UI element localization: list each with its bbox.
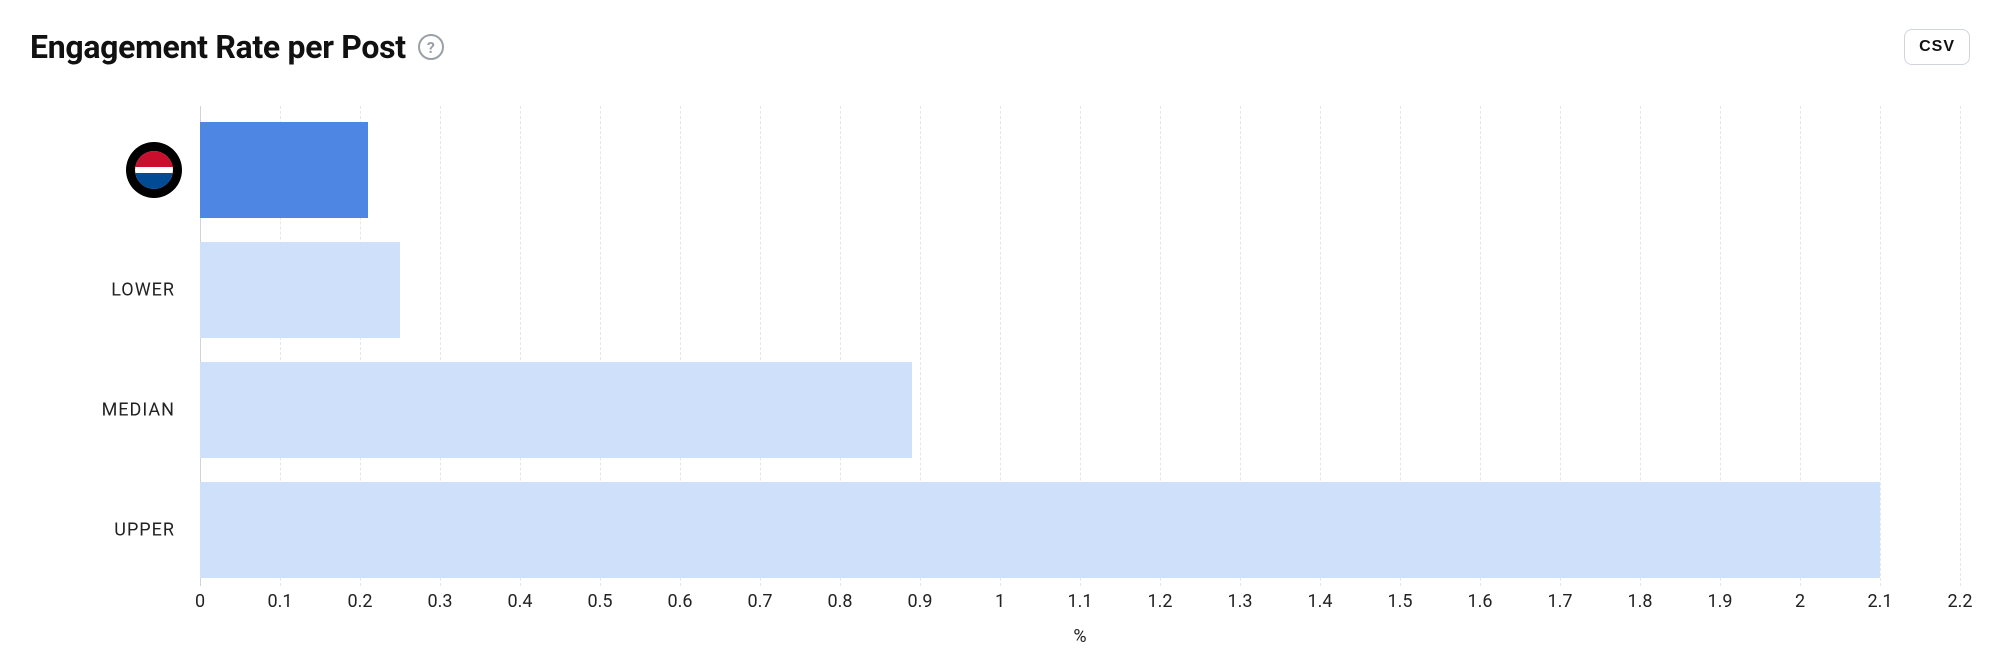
x-tick: 1 [995, 591, 1005, 612]
card-title: Engagement Rate per Post [30, 28, 406, 66]
x-axis-label: % [200, 626, 1960, 647]
bar-brand[interactable] [200, 122, 368, 218]
bar-median[interactable] [200, 362, 912, 458]
x-tick: 0.5 [588, 591, 613, 612]
x-tick: 0.9 [908, 591, 933, 612]
brand-logo-icon [126, 142, 182, 198]
x-tick: 0.2 [348, 591, 373, 612]
x-tick: 0.8 [828, 591, 853, 612]
x-tick: 1.7 [1548, 591, 1573, 612]
chart-area: LOWER MEDIAN UPPER 0 0.1 0.2 0.3 0.4 0.5 0.6 0.… [30, 86, 1970, 626]
y-label-upper: UPPER [30, 520, 175, 541]
help-icon[interactable]: ? [418, 34, 444, 60]
x-tick: 0.1 [268, 591, 293, 612]
export-csv-button[interactable]: CSV [1904, 29, 1970, 65]
x-tick: 2.1 [1868, 591, 1893, 612]
y-axis-labels: LOWER MEDIAN UPPER [30, 106, 190, 586]
x-tick: 0.3 [428, 591, 453, 612]
x-tick: 0 [195, 591, 205, 612]
gridline [1960, 106, 1961, 586]
x-tick: 1.4 [1308, 591, 1333, 612]
x-axis-ticks: 00.10.20.30.40.50.60.70.80.911.11.21.31.… [200, 591, 1960, 621]
x-tick: 1.9 [1708, 591, 1733, 612]
bars-layer [200, 106, 1960, 586]
plot-region [200, 106, 1960, 586]
title-wrap: Engagement Rate per Post ? [30, 28, 444, 66]
x-tick: 2.2 [1948, 591, 1973, 612]
card-header: Engagement Rate per Post ? CSV [30, 28, 1970, 66]
x-tick: 1.3 [1228, 591, 1253, 612]
x-tick: 1.5 [1388, 591, 1413, 612]
x-tick: 2 [1795, 591, 1805, 612]
x-tick: 0.4 [508, 591, 533, 612]
chart-card: Engagement Rate per Post ? CSV LOWER MED… [0, 0, 2000, 654]
x-tick: 0.7 [748, 591, 773, 612]
x-tick: 1.8 [1628, 591, 1653, 612]
bar-lower[interactable] [200, 242, 400, 338]
x-tick: 1.6 [1468, 591, 1493, 612]
bar-upper[interactable] [200, 482, 1880, 578]
y-label-lower: LOWER [30, 280, 175, 301]
x-tick: 0.6 [668, 591, 693, 612]
x-tick: 1.2 [1148, 591, 1173, 612]
x-tick: 1.1 [1068, 591, 1093, 612]
pepsi-globe-icon [135, 151, 173, 189]
y-label-median: MEDIAN [30, 400, 175, 421]
